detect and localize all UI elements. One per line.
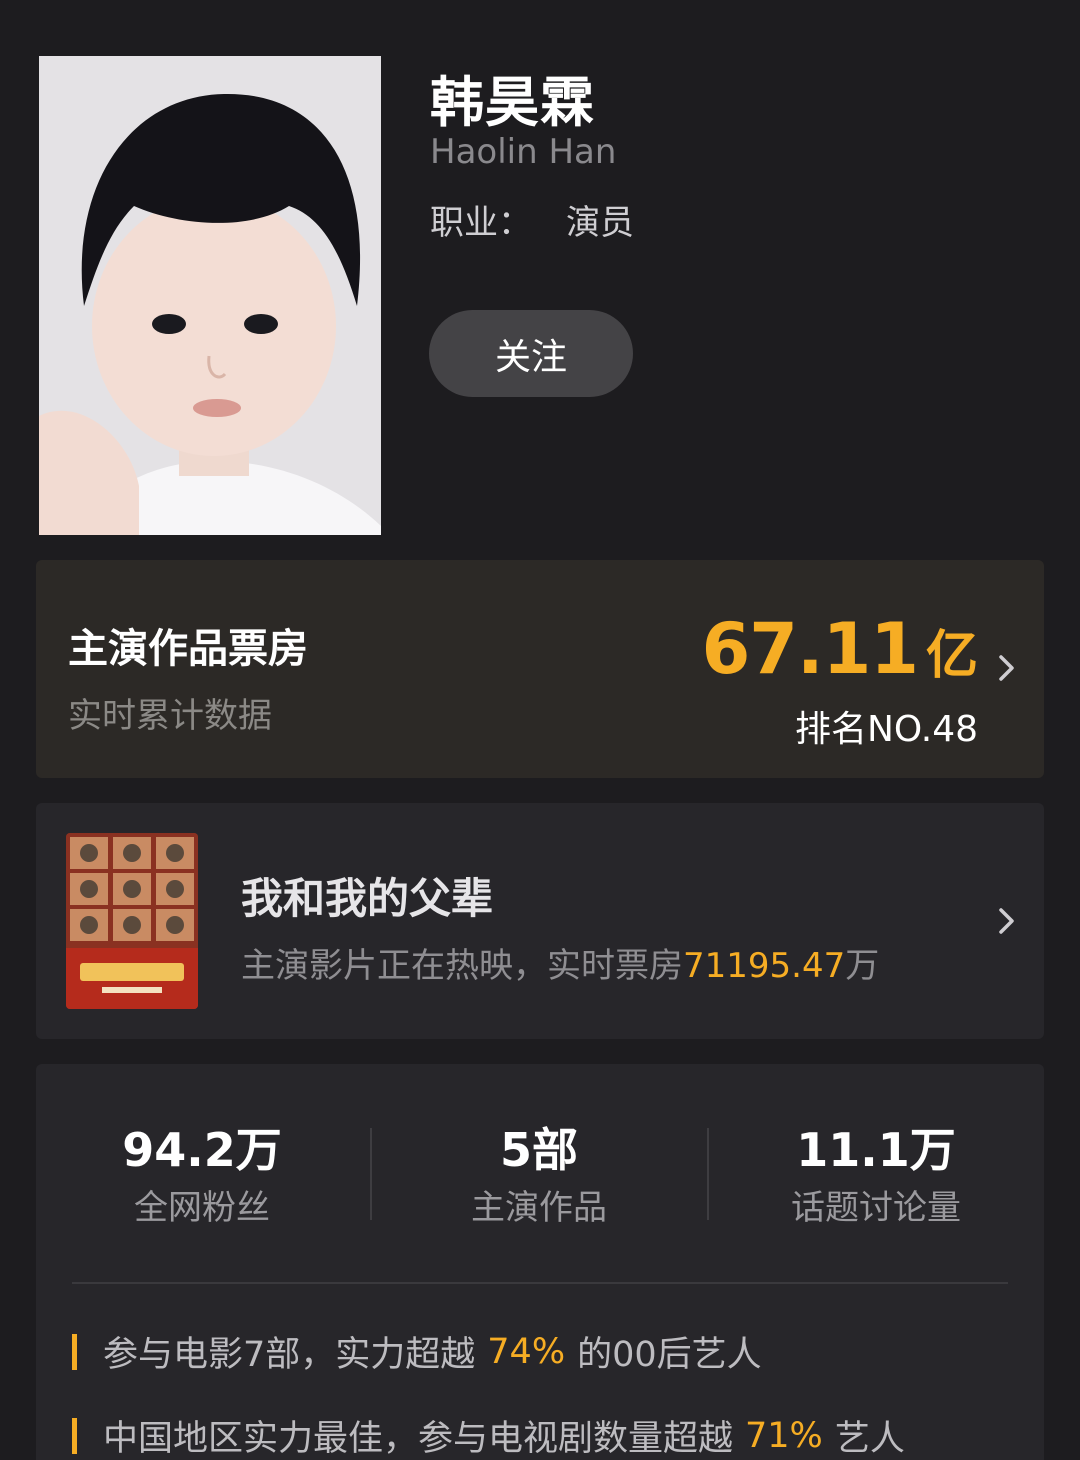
actor-english-name: Haolin Han	[430, 132, 617, 172]
insight-prefix: 参与电影7部，实力超越	[103, 1335, 476, 1375]
occupation-label: 职业：	[430, 203, 532, 243]
actor-name: 韩昊霖	[430, 71, 595, 134]
box-office-value: 67.11	[701, 608, 919, 690]
occupation: 职业： 演员	[430, 195, 634, 244]
chevron-right-icon[interactable]	[992, 906, 1022, 936]
box-office-title: 主演作品票房	[68, 626, 308, 672]
divider	[707, 1128, 709, 1220]
occupation-value: 演员	[566, 203, 634, 243]
movie-desc-text: 主演影片正在热映，实时票房	[241, 946, 683, 986]
stat-discussion[interactable]: 11.1万 话题讨论量	[726, 1122, 1026, 1229]
divider	[370, 1128, 372, 1220]
accent-bar	[72, 1417, 77, 1454]
box-office-total: 67.11 亿	[702, 608, 978, 690]
movie-box-office-desc: 主演影片正在热映，实时票房71195.47万	[241, 938, 879, 987]
chevron-right-icon[interactable]	[992, 653, 1022, 683]
stats-card: 94.2万 全网粉丝 5部 主演作品 11.1万 话题讨论量 参与电影7部，实力…	[36, 1064, 1044, 1460]
movie-title: 我和我的父辈	[241, 874, 494, 923]
accent-bar	[72, 1333, 77, 1370]
box-office-card[interactable]: 主演作品票房 实时累计数据 67.11 亿 排名NO.48	[36, 560, 1044, 778]
box-office-rank: 排名NO.48	[794, 709, 978, 750]
stat-value: 94.2万	[122, 1123, 282, 1177]
stat-works[interactable]: 5部 主演作品	[389, 1122, 689, 1229]
insight-suffix: 的00后艺人	[577, 1335, 762, 1375]
movie-box-office-value: 71195.47	[683, 946, 846, 986]
movie-box-office-unit: 万	[845, 946, 880, 986]
insight-percent: 74%	[487, 1331, 566, 1372]
insight-suffix: 艺人	[834, 1419, 905, 1459]
stat-label: 话题讨论量	[791, 1188, 961, 1228]
insight-prefix: 中国地区实力最佳，参与电视剧数量超越	[103, 1419, 734, 1459]
box-office-unit: 亿	[925, 626, 978, 686]
now-playing-card[interactable]: 我和我的父辈 主演影片正在热映，实时票房71195.47万	[36, 803, 1044, 1039]
follow-button[interactable]: 关注	[429, 310, 633, 397]
movie-poster	[66, 833, 198, 1009]
stat-value: 11.1万	[796, 1123, 956, 1177]
insight-percent: 71%	[745, 1415, 823, 1456]
divider	[72, 1282, 1008, 1284]
stat-label: 主演作品	[471, 1188, 607, 1228]
insight-item: 中国地区实力最佳，参与电视剧数量超越 71% 艺人	[72, 1410, 905, 1460]
actor-portrait	[39, 56, 381, 535]
stat-fans[interactable]: 94.2万 全网粉丝	[52, 1122, 352, 1229]
box-office-subtitle: 实时累计数据	[68, 696, 272, 736]
stat-label: 全网粉丝	[134, 1188, 270, 1228]
insight-item: 参与电影7部，实力超越 74% 的00后艺人	[72, 1326, 762, 1377]
stat-value: 5部	[499, 1123, 578, 1177]
